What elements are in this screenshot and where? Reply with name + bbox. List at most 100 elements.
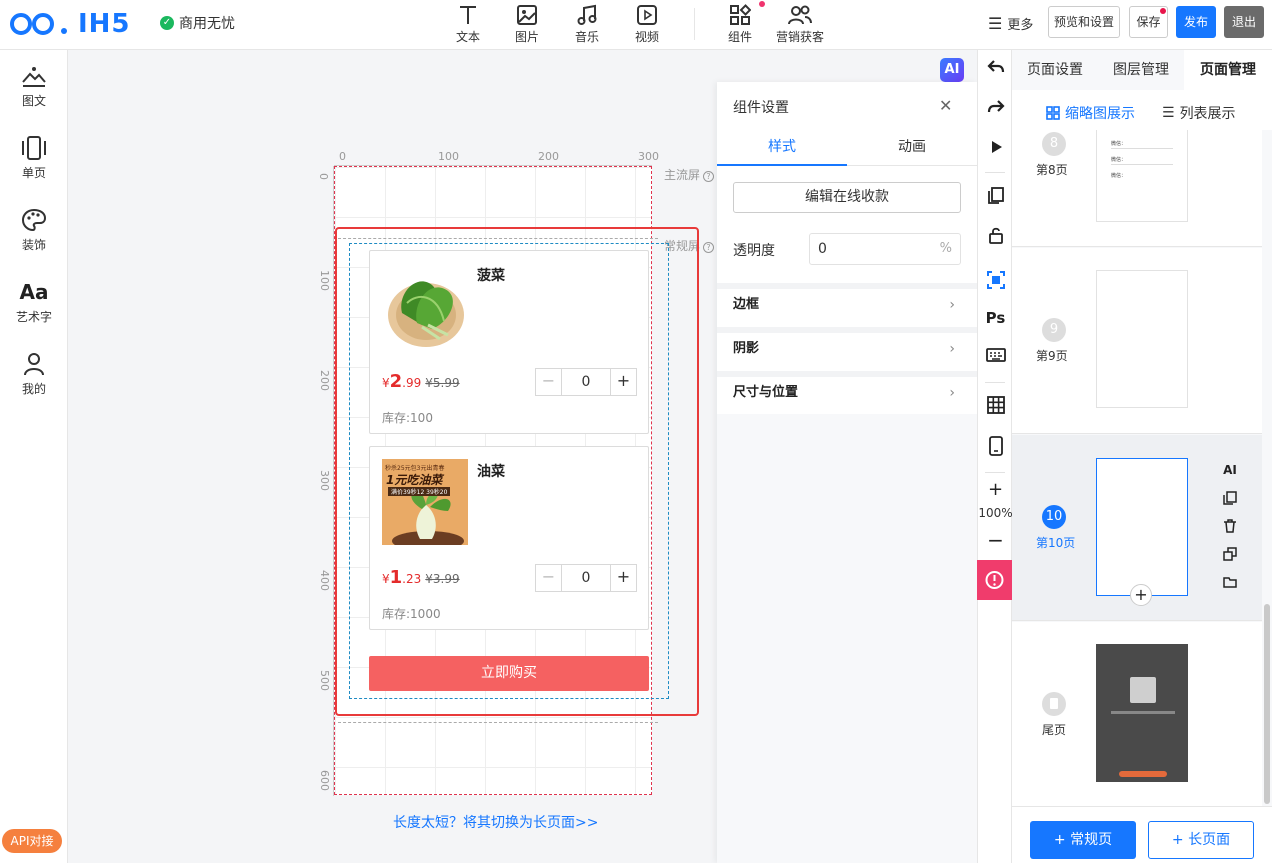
photoshop-icon[interactable]: Ps: [978, 304, 1013, 332]
spinach-image: [382, 263, 468, 349]
page-thumbnail[interactable]: [1096, 458, 1188, 596]
section-label: 边框: [733, 297, 760, 312]
tab-page-settings[interactable]: 页面设置: [1012, 50, 1098, 90]
api-integration-badge[interactable]: API对接: [2, 829, 62, 853]
thumbnail-view-button[interactable]: 缩略图展示: [1046, 103, 1135, 123]
page-list-scrollbar[interactable]: [1264, 604, 1270, 804]
tool-music[interactable]: 音乐: [557, 2, 617, 48]
minus-button[interactable]: −: [536, 369, 562, 395]
opacity-input[interactable]: 0 %: [809, 233, 961, 265]
sidebar-item-image-text[interactable]: 图文: [0, 64, 68, 124]
more-menu[interactable]: ☰ 更多: [988, 14, 1033, 33]
ruler-label: 100: [438, 150, 459, 163]
tool-marketing[interactable]: 营销获客: [770, 2, 830, 48]
save-button[interactable]: 保存: [1129, 6, 1168, 38]
buy-now-button[interactable]: 立即购买: [369, 656, 649, 691]
keyboard-icon[interactable]: [978, 342, 1013, 370]
page-row[interactable]: 尾页: [1012, 622, 1262, 808]
music-icon: [577, 4, 597, 25]
chevron-right-icon: ›: [949, 341, 955, 357]
page-thumbnail[interactable]: 微信： 微信： 微信：: [1096, 130, 1188, 222]
original-price: ¥5.99: [425, 376, 460, 390]
play-icon[interactable]: [978, 134, 1013, 162]
end-page-icon: [1042, 692, 1066, 716]
ruler-left: 0 100 200 300 400 500 600: [317, 166, 334, 796]
section-size-position[interactable]: 尺寸与位置 ›: [717, 371, 977, 409]
tab-style[interactable]: 样式: [717, 132, 847, 166]
switch-long-page-link[interactable]: 长度太短？将其切换为长页面>>: [393, 812, 598, 832]
commercial-badge[interactable]: ✓ 商用无忧: [160, 13, 235, 33]
text-icon: [460, 6, 476, 24]
ruler-label: 200: [538, 150, 559, 163]
price-integer: 1: [389, 567, 403, 588]
page-label: 第8页: [1036, 163, 1068, 177]
sidebar-item-art-text[interactable]: Aa 艺术字: [0, 280, 68, 340]
list-view-label: 列表展示: [1179, 106, 1236, 122]
product-name: 油菜: [477, 464, 505, 480]
page-row[interactable]: 8 第8页 微信： 微信： 微信：: [1012, 130, 1262, 247]
close-icon[interactable]: ✕: [939, 96, 952, 115]
tab-page-management[interactable]: 页面管理: [1184, 50, 1272, 90]
phone-icon[interactable]: [978, 432, 1013, 460]
alert-button[interactable]: [977, 560, 1012, 600]
undo-icon[interactable]: [978, 54, 1013, 82]
page-label: 尾页: [1042, 723, 1067, 737]
add-normal-page-button[interactable]: + 常规页: [1030, 821, 1136, 859]
grid-icon[interactable]: [978, 392, 1013, 420]
section-border[interactable]: 边框 ›: [717, 283, 977, 321]
ai-assistant-button[interactable]: AI: [940, 58, 964, 82]
quantity-value[interactable]: 0: [562, 565, 610, 591]
section-shadow[interactable]: 阴影 ›: [717, 327, 977, 365]
component-settings-panel: 组件设置 ✕ 样式 动画 编辑在线收款 透明度 0 % 边框 › 阴影 › 尺寸与位…: [717, 82, 977, 863]
quantity-stepper[interactable]: − 0 +: [535, 564, 637, 592]
edit-payment-button[interactable]: 编辑在线收款: [733, 182, 961, 213]
exit-button[interactable]: 退出: [1224, 6, 1264, 38]
app-logo[interactable]: IH5: [10, 9, 131, 39]
page-thumbnail[interactable]: [1096, 270, 1188, 408]
zoom-out-icon[interactable]: −: [978, 528, 1013, 556]
add-long-page-button[interactable]: + 长页面: [1148, 821, 1254, 859]
section-label: 尺寸与位置: [733, 385, 799, 400]
settings-empty-area: [717, 414, 977, 863]
page-row[interactable]: 9 第9页: [1012, 248, 1262, 434]
page-thumbnail[interactable]: [1096, 644, 1188, 782]
minus-button[interactable]: −: [536, 565, 562, 591]
publish-button[interactable]: 发布: [1176, 6, 1216, 38]
normal-screen-guide-bottom: [338, 722, 658, 723]
copy-icon[interactable]: [978, 182, 1013, 210]
tab-layer-management[interactable]: 图层管理: [1098, 50, 1184, 90]
quantity-stepper[interactable]: − 0 +: [535, 368, 637, 396]
folder-icon[interactable]: [1222, 575, 1238, 603]
list-view-button[interactable]: ☰ 列表展示: [1162, 103, 1236, 123]
plus-button[interactable]: +: [610, 565, 636, 591]
plus-button[interactable]: +: [610, 369, 636, 395]
tool-image[interactable]: 图片: [497, 2, 557, 48]
tool-video[interactable]: 视频: [617, 2, 677, 48]
copy-icon[interactable]: [1222, 491, 1238, 519]
unlock-icon[interactable]: [978, 222, 1013, 250]
duplicate-icon[interactable]: [1222, 547, 1238, 575]
tool-text-label: 文本: [455, 30, 480, 44]
ai-icon[interactable]: AI: [1222, 463, 1238, 491]
page-row-active[interactable]: 10 第10页 + AI: [1012, 435, 1262, 621]
sidebar-item-decoration[interactable]: 装饰: [0, 208, 68, 268]
check-icon[interactable]: [978, 266, 1013, 294]
trash-icon[interactable]: [1222, 519, 1238, 547]
redo-icon[interactable]: [978, 94, 1013, 122]
product-card[interactable]: 秒杀25元包3元出青春 1元吃油菜 满价39秒12 39秒20 油菜 ¥1.23…: [369, 446, 649, 630]
preview-settings-button[interactable]: 预览和设置: [1048, 6, 1120, 38]
help-icon[interactable]: ?: [703, 242, 715, 253]
quantity-value[interactable]: 0: [562, 369, 610, 395]
add-page-icon[interactable]: +: [1130, 584, 1152, 606]
ruler-label: 200: [318, 370, 331, 391]
tool-text[interactable]: 文本: [438, 2, 498, 48]
sidebar-item-single-page[interactable]: 单页: [0, 136, 68, 196]
zoom-in-icon[interactable]: +: [978, 478, 1013, 506]
tool-components[interactable]: 组件: [710, 1, 770, 48]
tab-animation[interactable]: 动画: [847, 132, 977, 166]
settings-title: 组件设置: [733, 100, 789, 116]
product-card[interactable]: 菠菜 ¥2.99 ¥5.99 − 0 + 库存:100: [369, 250, 649, 434]
ruler-label: 300: [638, 150, 659, 163]
sidebar-item-mine[interactable]: 我的: [0, 352, 68, 412]
help-icon[interactable]: ?: [703, 171, 715, 182]
